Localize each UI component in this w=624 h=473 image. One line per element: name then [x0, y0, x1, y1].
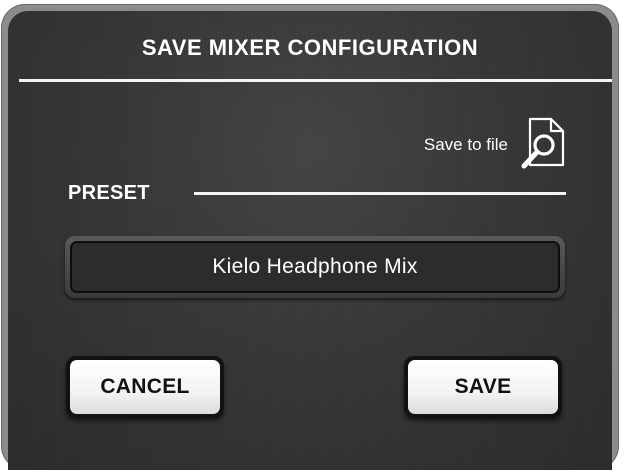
save-to-file-label: Save to file [423, 135, 508, 154]
preset-divider [194, 192, 566, 195]
save-button-label: SAVE [408, 360, 558, 414]
cancel-button-label: CANCEL [70, 360, 220, 414]
save-button[interactable]: SAVE [404, 356, 562, 418]
save-mixer-dialog: SAVE MIXER CONFIGURATION Save to file PR… [8, 11, 612, 470]
cancel-button[interactable]: CANCEL [66, 356, 224, 418]
preset-label: PRESET [68, 182, 150, 204]
preset-name-input[interactable]: Kielo Headphone Mix [70, 241, 560, 293]
preset-field-frame: Kielo Headphone Mix [65, 236, 565, 298]
title-divider [19, 79, 612, 82]
dialog-title: SAVE MIXER CONFIGURATION [141, 35, 479, 60]
file-search-icon [521, 117, 565, 169]
save-to-file-button[interactable]: Save to file [424, 115, 568, 175]
